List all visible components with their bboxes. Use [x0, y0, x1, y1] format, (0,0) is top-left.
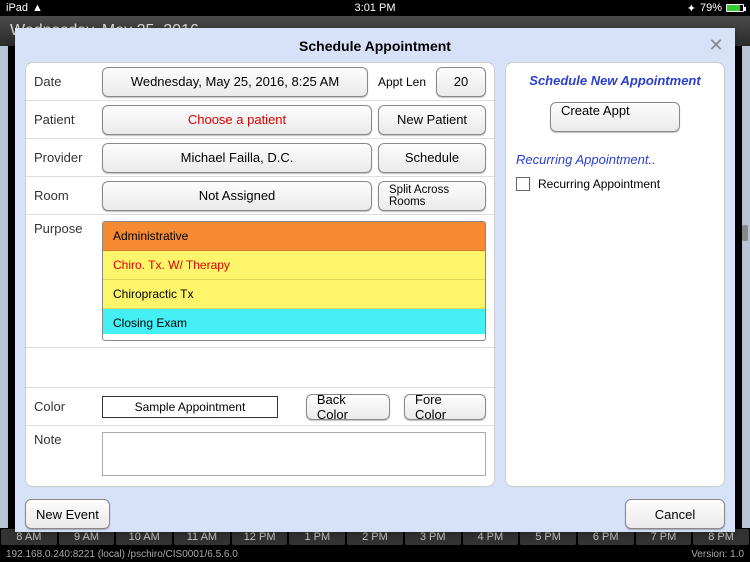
label-appt-len: Appt Len [374, 75, 430, 89]
split-rooms-button[interactable]: Split Across Rooms [378, 181, 486, 211]
battery-icon [726, 4, 744, 12]
purpose-list[interactable]: Administrative Chiro. Tx. W/ Therapy Chi… [102, 221, 486, 341]
label-purpose: Purpose [34, 221, 96, 236]
battery-percent: 79% [700, 2, 722, 14]
choose-patient-button[interactable]: Choose a patient [102, 105, 372, 135]
recurring-checkbox[interactable] [516, 177, 530, 191]
new-patient-button[interactable]: New Patient [378, 105, 486, 135]
label-provider: Provider [34, 150, 96, 165]
back-color-button[interactable]: Back Color [306, 394, 390, 420]
cancel-button[interactable]: Cancel [625, 499, 725, 529]
purpose-item-administrative[interactable]: Administrative [103, 222, 485, 251]
right-side-panel: Schedule New Appointment Create Appt Rec… [505, 62, 725, 487]
schedule-button[interactable]: Schedule [378, 143, 486, 173]
status-bar: iPad ▲ 3:01 PM ✦ 79% [0, 0, 750, 16]
label-color: Color [34, 399, 96, 414]
label-note: Note [34, 432, 96, 447]
status-time: 3:01 PM [355, 2, 396, 14]
modal-title: Schedule Appointment [15, 28, 735, 62]
left-form-panel: Date Wednesday, May 25, 2016, 8:25 AM Ap… [25, 62, 495, 487]
new-event-button[interactable]: New Event [25, 499, 110, 529]
recurring-check-label: Recurring Appointment [538, 177, 660, 191]
side-new-title: Schedule New Appointment [516, 73, 714, 88]
color-sample: Sample Appointment [102, 396, 278, 418]
carrier-label: iPad [6, 2, 28, 14]
purpose-item-closing-exam[interactable]: Closing Exam [103, 309, 485, 338]
fore-color-button[interactable]: Fore Color [404, 394, 486, 420]
label-patient: Patient [34, 112, 96, 127]
label-date: Date [34, 74, 96, 89]
spacer [26, 348, 494, 388]
purpose-item-chiropractic[interactable]: Chiropractic Tx [103, 280, 485, 309]
schedule-appointment-modal: Schedule Appointment ✕ Date Wednesday, M… [15, 28, 735, 532]
room-field-button[interactable]: Not Assigned [102, 181, 372, 211]
side-recurring-title: Recurring Appointment.. [516, 152, 714, 167]
wifi-icon: ▲ [32, 2, 43, 14]
bluetooth-icon: ✦ [687, 2, 696, 15]
appt-len-field[interactable]: 20 [436, 67, 486, 97]
modal-overlay: Schedule Appointment ✕ Date Wednesday, M… [0, 16, 750, 562]
label-room: Room [34, 188, 96, 203]
close-icon[interactable]: ✕ [707, 36, 725, 54]
note-field[interactable] [102, 432, 486, 476]
date-field-button[interactable]: Wednesday, May 25, 2016, 8:25 AM [102, 67, 368, 97]
provider-field-button[interactable]: Michael Failla, D.C. [102, 143, 372, 173]
purpose-item-chiro-therapy[interactable]: Chiro. Tx. W/ Therapy [103, 251, 485, 280]
create-appt-button[interactable]: Create Appt [550, 102, 680, 132]
